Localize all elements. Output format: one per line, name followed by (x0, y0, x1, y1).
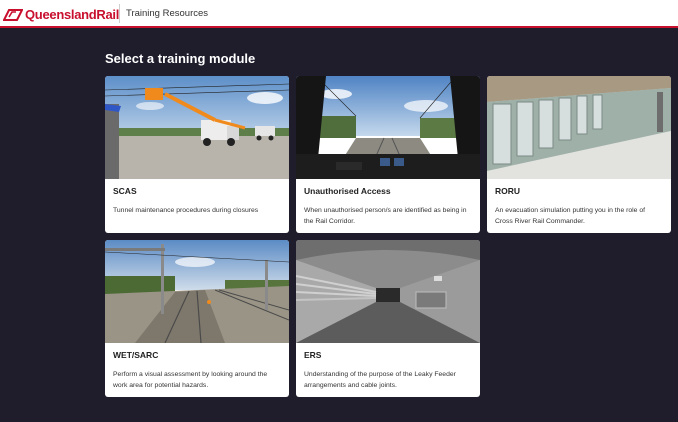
app-title: Training Resources (126, 8, 209, 19)
module-thumbnail (487, 76, 671, 179)
page-heading: Select a training module (105, 51, 256, 66)
module-title: ERS (304, 350, 322, 360)
module-thumbnail (105, 240, 289, 343)
module-description: Understanding of the purpose of the Leak… (304, 371, 456, 389)
module-card-roru[interactable]: RORU An evacuation simulation putting yo… (487, 76, 671, 233)
module-card-wet-sarc[interactable]: WET/SARC Perform a visual assessment by … (105, 240, 289, 397)
module-card-ers[interactable]: ERS Understanding of the purpose of the … (296, 240, 480, 397)
module-description: When unauthorised person/s are identifie… (304, 207, 467, 225)
module-thumbnail (105, 76, 289, 179)
header-divider (119, 4, 120, 23)
module-thumbnail (296, 76, 480, 179)
module-description: An evacuation simulation putting you in … (495, 207, 646, 225)
module-title: RORU (495, 186, 521, 196)
rail-logo-icon (3, 8, 23, 21)
module-thumbnail (296, 240, 480, 343)
module-card-unauthorised-access[interactable]: Unauthorised Access When unauthorised pe… (296, 76, 480, 233)
module-title: Unauthorised Access (304, 186, 391, 196)
module-card-scas[interactable]: SCAS Tunnel maintenance procedures durin… (105, 76, 289, 233)
module-description: Perform a visual assessment by looking a… (113, 371, 268, 389)
module-title: SCAS (113, 186, 137, 196)
brand-name: QueenslandRail (25, 7, 120, 22)
module-description: Tunnel maintenance procedures during clo… (113, 207, 259, 214)
queensland-rail-logo[interactable]: QueenslandRail (3, 6, 119, 23)
top-bar: QueenslandRail Training Resources (0, 0, 678, 28)
module-title: WET/SARC (113, 350, 159, 360)
